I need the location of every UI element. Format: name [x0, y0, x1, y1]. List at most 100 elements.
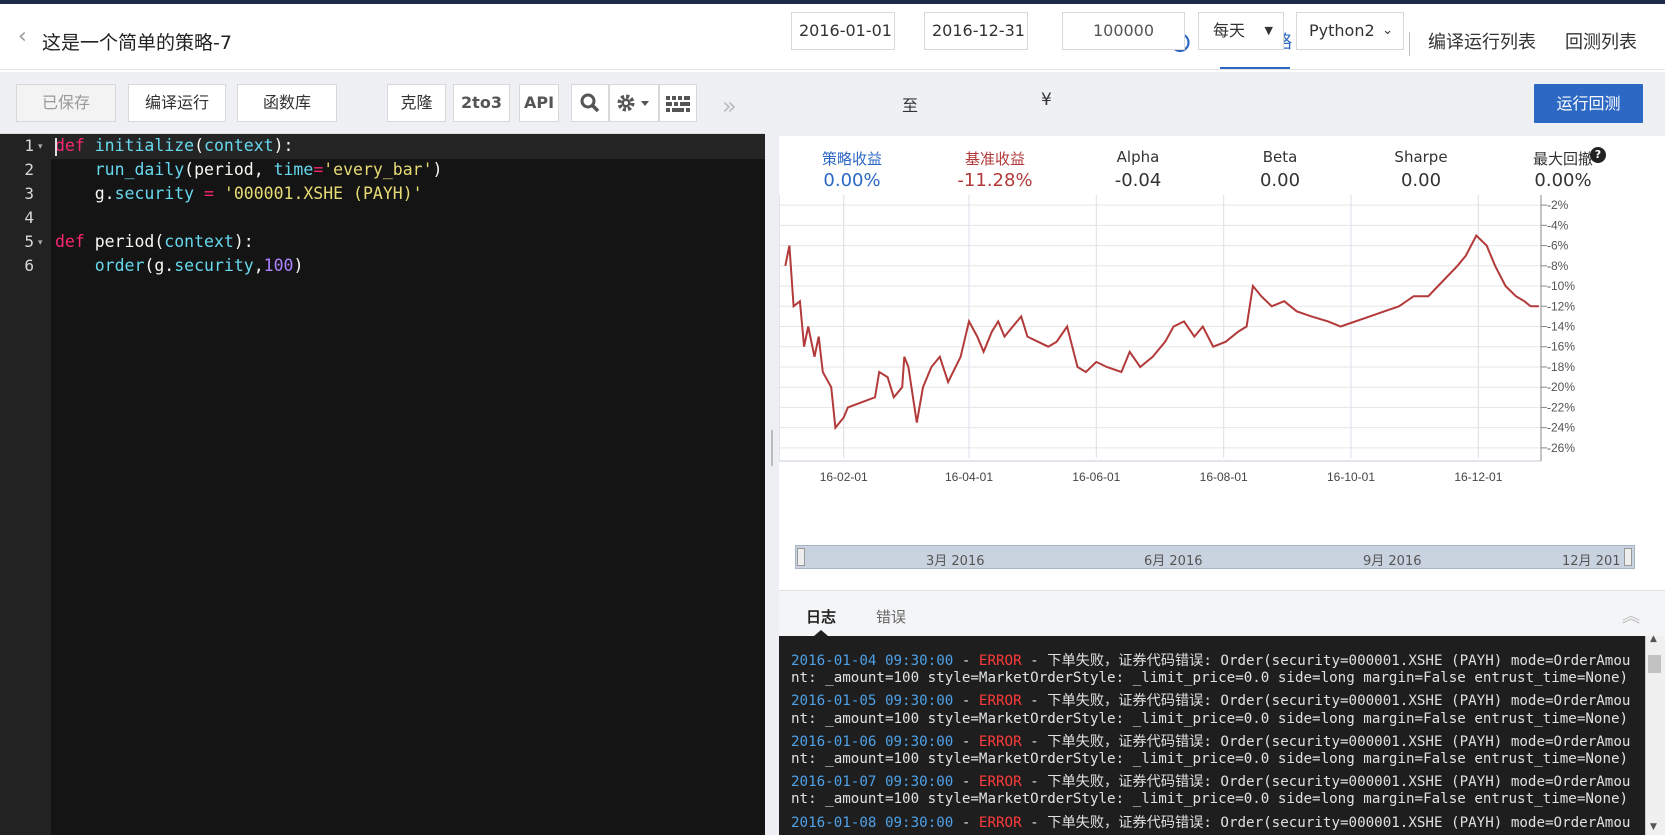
y-tick-label: -2% — [1547, 198, 1569, 212]
splitter-grip[interactable] — [771, 430, 773, 466]
x-tick-label: 16-12-01 — [1454, 470, 1502, 484]
x-tick-label: 16-08-01 — [1200, 470, 1248, 484]
start-date-input[interactable]: 2016-01-01 — [791, 12, 895, 50]
double-chevron-up-icon[interactable]: ︽ — [1622, 602, 1640, 628]
navigator-label: 9月 2016 — [1363, 554, 1422, 569]
page-title: 这是一个简单的策略-7 — [42, 32, 232, 54]
line-number: 1 — [24, 136, 34, 155]
log-timestamp: 2016-01-06 09:30:00 — [791, 733, 954, 750]
scroll-down-arrow-icon[interactable]: ▼ — [1650, 822, 1657, 832]
chevron-left-icon[interactable]: ‹ — [18, 26, 32, 48]
tab-log[interactable]: 日志 — [806, 606, 836, 627]
saved-button[interactable]: 已保存 — [16, 84, 116, 122]
y-tick-label: -6% — [1547, 239, 1569, 253]
y-tick-label: -10% — [1547, 279, 1575, 293]
metric-value: 0.00 — [1400, 170, 1442, 191]
tab-error[interactable]: 错误 — [876, 606, 906, 627]
end-date-input[interactable]: 2016-12-31 — [924, 12, 1028, 50]
metric-label: 策略收益 — [821, 150, 882, 168]
log-message: - 下单失败，证券代码错误: Order(security=000001.XSH… — [1021, 774, 1631, 791]
metric-value: 0.00% — [823, 170, 881, 191]
y-tick-label: -8% — [1547, 259, 1569, 273]
log-timestamp: 2016-01-08 09:30:00 — [791, 814, 954, 831]
double-chevron-right-icon[interactable]: » — [722, 92, 737, 120]
code-line[interactable]: def initialize(context): — [55, 136, 293, 155]
frequency-select[interactable]: 每天 ▼ — [1198, 12, 1284, 50]
log-message: nt: _amount=100 style=MarketOrderStyle: … — [791, 670, 1629, 687]
log-level: ERROR — [978, 733, 1022, 750]
log-separator: - — [953, 814, 979, 831]
settings-button[interactable] — [609, 84, 659, 122]
metrics-panel — [779, 136, 1665, 202]
code-token: ) — [432, 160, 443, 179]
fold-arrow-icon[interactable]: ▾ — [38, 238, 43, 248]
date-range-to-label: 至 — [902, 96, 919, 115]
benchmark-return-line — [784, 233, 1539, 431]
chart-range-navigator[interactable]: 3月 2016 6月 2016 9月 2016 12月 201 — [795, 545, 1635, 569]
code-token: run_daily — [94, 160, 185, 179]
log-scrollbar-thumb[interactable] — [1648, 655, 1661, 673]
function-library-button[interactable]: 函数库 — [237, 84, 337, 122]
code-token: 100 — [263, 256, 294, 275]
log-separator: - — [953, 653, 979, 669]
keyboard-shortcuts-button[interactable] — [659, 84, 697, 122]
line-number: 5 — [24, 232, 34, 251]
log-message: - 下单失败，证券代码错误: Order(security=000001.XSH… — [1021, 814, 1631, 831]
nav-divider — [1409, 32, 1410, 56]
code-token: 'every_bar' — [323, 160, 433, 179]
nav-compile-run-list[interactable]: 编译运行列表 — [1428, 28, 1536, 54]
search-button[interactable] — [571, 84, 609, 122]
clone-button[interactable]: 克隆 — [387, 84, 446, 122]
code-token: context — [204, 136, 274, 155]
log-level: ERROR — [978, 814, 1022, 831]
line-number: 6 — [24, 256, 34, 275]
code-token: = — [204, 184, 214, 203]
log-line: 2016-01-07 09:30:00 - ERROR - 下单失败，证券代码错… — [791, 771, 1630, 791]
initial-capital-input[interactable]: 100000 — [1062, 12, 1185, 50]
returns-chart[interactable]: -2% -4% -6% -8% -10% -12% -14% -16% -18% -20% -22%… — [779, 195, 1665, 505]
code-line[interactable]: run_daily(period, time='every_bar') — [55, 160, 443, 179]
code-line[interactable]: def period(context): — [55, 232, 254, 251]
y-tick-label: -16% — [1547, 340, 1575, 354]
code-token: time — [273, 160, 314, 179]
help-icon[interactable]: ? — [1590, 147, 1606, 163]
nav-backtest-list[interactable]: 回测列表 — [1565, 28, 1637, 54]
metric-label: 基准收益 — [964, 150, 1025, 168]
metric-value: -11.28% — [957, 170, 1033, 191]
code-token: context — [164, 232, 234, 251]
log-line: nt: _amount=100 style=MarketOrderStyle: … — [791, 791, 1628, 807]
code-token: (period, — [184, 160, 274, 179]
code-token: , — [253, 256, 264, 275]
log-message: - 下单失败，证券代码错误: Order(security=000001.XSH… — [1021, 693, 1631, 710]
navigator-label: 12月 201 — [1562, 554, 1621, 569]
line-number-gutter: 1 ▾ 2 3 4 5 ▾ 6 — [0, 134, 51, 835]
currency-label: ¥ — [1041, 90, 1052, 110]
navigator-left-handle[interactable] — [797, 548, 805, 566]
line-number: 4 — [24, 208, 34, 227]
code-line[interactable]: g.security = '000001.XSHE (PAYH)' — [55, 184, 423, 203]
run-backtest-button[interactable]: 运行回测 — [1534, 84, 1643, 123]
scroll-up-arrow-icon[interactable]: ▲ — [1650, 634, 1657, 644]
code-editor[interactable]: 1 ▾ 2 3 4 5 ▾ 6 def initialize(context):… — [0, 134, 765, 835]
code-line[interactable]: order(g.security,100) — [55, 256, 304, 275]
api-button[interactable]: API — [519, 84, 559, 122]
code-token: g. — [55, 184, 115, 203]
compile-run-button[interactable]: 编译运行 — [128, 84, 226, 122]
frequency-value: 每天 — [1213, 21, 1246, 40]
2to3-button[interactable]: 2to3 — [453, 84, 510, 122]
code-token: def — [55, 232, 85, 251]
line-number: 2 — [24, 160, 34, 179]
log-output[interactable]: 2016-01-04 09:30:00 - ERROR - 下单失败，证券代码错… — [779, 636, 1645, 835]
y-tick-label: -4% — [1547, 218, 1569, 232]
navigator-right-handle[interactable] — [1624, 548, 1632, 566]
log-separator: - — [953, 733, 979, 750]
python-version-select[interactable]: Python2 ⌄ — [1296, 12, 1404, 50]
y-tick-label: -12% — [1547, 299, 1575, 313]
log-timestamp: 2016-01-07 09:30:00 — [791, 774, 954, 791]
navigator-label: 6月 2016 — [1144, 554, 1203, 569]
fold-arrow-icon[interactable]: ▾ — [38, 142, 43, 152]
x-tick-label: 16-06-01 — [1072, 470, 1120, 484]
